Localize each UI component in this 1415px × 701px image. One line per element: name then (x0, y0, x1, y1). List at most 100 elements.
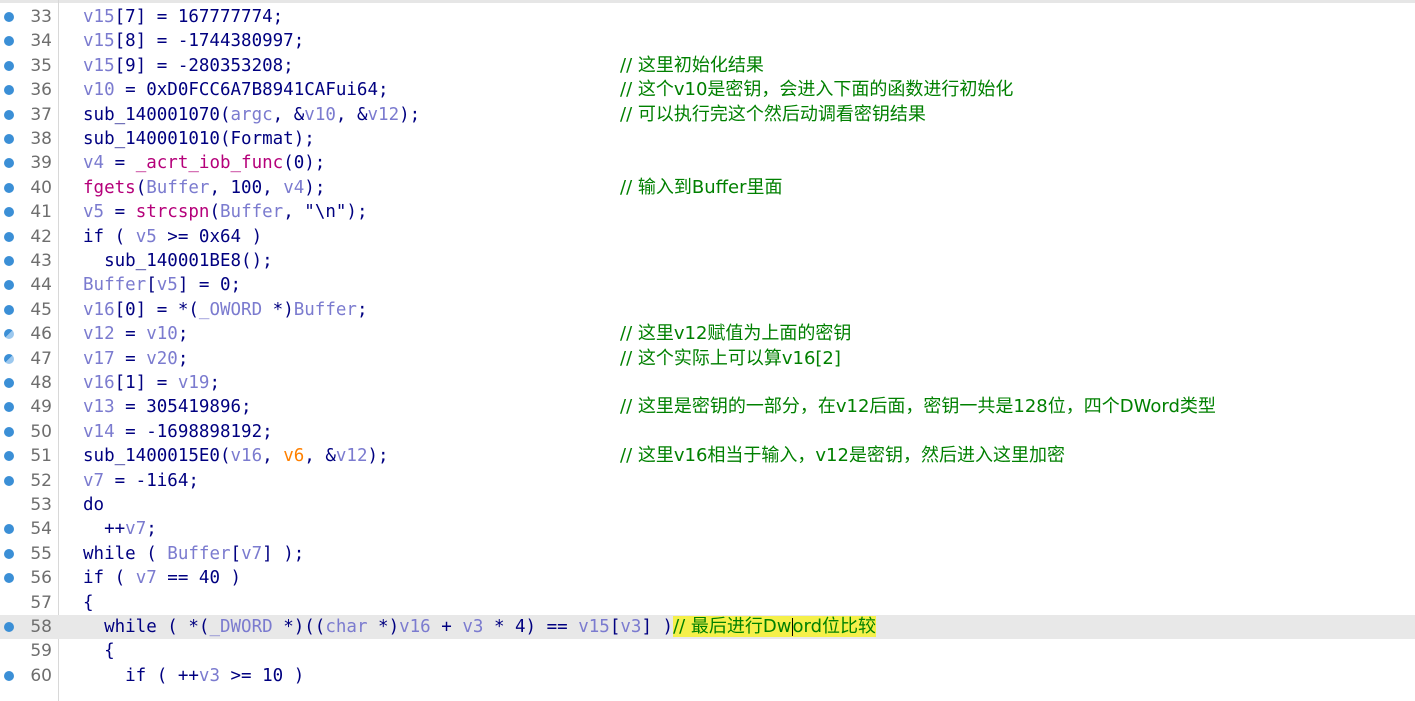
breakpoint-dot-icon[interactable] (4, 426, 14, 437)
code-text[interactable]: ++v7; (83, 517, 157, 541)
code-text[interactable]: v5 = strcspn(Buffer, "\n"); (83, 200, 368, 224)
pseudocode-editor[interactable]: 33 v15[7] = 167777774; 34 v15[8] = -1744380… (0, 0, 1415, 701)
code-line[interactable]: 49 v13 = 305419896; // 这里是密钥的一部分，在v12后面，密钥… (0, 395, 1415, 419)
comment-text-post: ord位比较 (792, 616, 877, 637)
code-token: v5 (135, 226, 157, 247)
code-line[interactable]: 51 sub_1400015E0(v16, v6, &v12); // 这里v16相… (0, 444, 1415, 468)
code-line[interactable]: 39 v4 = _acrt_iob_func(0); (0, 151, 1415, 175)
code-text[interactable]: fgets(Buffer, 100, v4); (83, 176, 325, 200)
breakpoint-dot-icon[interactable] (4, 256, 14, 266)
breakpoint-dot-icon[interactable] (4, 670, 14, 681)
breakpoint-dot-icon[interactable] (4, 109, 14, 120)
code-token: [1] = (114, 373, 178, 393)
code-line[interactable]: 60 if ( ++v3 >= 10 ) (0, 664, 1415, 688)
code-text[interactable]: v16[0] = *(_OWORD *)Buffer; (83, 298, 368, 322)
code-token: v16 (83, 373, 115, 393)
code-text[interactable]: sub_140001070(argc, &v10, &v12); (83, 103, 420, 127)
code-line[interactable]: 58 while ( *(_DWORD *)((char *)v16 + v3 … (0, 615, 1415, 640)
code-text[interactable]: v15[8] = -1744380997; (83, 29, 304, 53)
code-line[interactable]: 48 v16[1] = v19; (0, 371, 1415, 395)
code-text[interactable]: v15[9] = -280353208; (83, 54, 294, 78)
code-text[interactable]: v10 = 0xD0FCC6A7B8941CAFui64; (83, 78, 389, 102)
breakpoint-dot-icon[interactable] (4, 475, 14, 486)
code-line[interactable]: 56 if ( v7 == 40 ) (0, 566, 1415, 590)
code-line[interactable]: 34 v15[8] = -1744380997; (0, 29, 1415, 53)
code-line[interactable]: 45 v16[0] = *(_OWORD *)Buffer; (0, 298, 1415, 322)
code-comment: // 这里v12赋值为上面的密钥 (620, 323, 852, 345)
code-line[interactable]: 53 do (0, 493, 1415, 517)
code-line[interactable]: 44 Buffer[v5] = 0; (0, 273, 1415, 297)
line-number: 33 (30, 7, 52, 27)
code-line[interactable]: 36 v10 = 0xD0FCC6A7B8941CAFui64; // 这个v10是… (0, 78, 1415, 102)
breakpoint-dot-icon[interactable] (4, 158, 14, 169)
breakpoint-dot-icon[interactable] (4, 402, 14, 413)
breakpoint-dot-icon[interactable] (4, 12, 14, 22)
line-number: 55 (30, 543, 52, 564)
code-text[interactable]: while ( *(_DWORD *)((char *)v16 + v3 * 4… (83, 615, 877, 639)
code-text[interactable]: v7 = -1i64; (83, 469, 199, 493)
code-token: *)(( (272, 617, 326, 637)
code-text[interactable]: v13 = 305419896; (83, 395, 252, 419)
code-line[interactable]: 57 { (0, 591, 1415, 615)
code-text[interactable]: v16[1] = v19; (83, 371, 220, 395)
code-token: v5 (83, 202, 105, 223)
code-text[interactable]: Buffer[v5] = 0; (83, 273, 241, 297)
code-token: ( (209, 202, 220, 223)
breakpoint-dot-icon[interactable] (4, 231, 14, 242)
code-line[interactable]: 47 v17 = v20; // 这个实际上可以算v16[2] (0, 347, 1415, 371)
breakpoint-dot-icon[interactable] (4, 60, 14, 71)
code-text[interactable]: v12 = v10; (83, 322, 188, 346)
code-token: Buffer (220, 202, 284, 223)
code-line[interactable]: 59 { (0, 639, 1415, 663)
code-text[interactable]: while ( Buffer[v7] ); (83, 542, 304, 566)
code-line[interactable]: 33 v15[7] = 167777774; (0, 5, 1415, 29)
code-text[interactable]: sub_140001010(Format); (83, 127, 315, 151)
code-line[interactable]: 41 v5 = strcspn(Buffer, "\n"); (0, 200, 1415, 224)
code-line[interactable]: 35 v15[9] = -280353208; // 这里初始化结果 (0, 54, 1415, 78)
breakpoint-dot-icon[interactable] (4, 207, 14, 218)
code-line[interactable]: 55 while ( Buffer[v7] ); (0, 542, 1415, 566)
code-text[interactable]: sub_140001BE8(); (83, 249, 273, 273)
breakpoint-dot-icon[interactable] (4, 378, 14, 388)
code-text[interactable]: { (83, 591, 94, 615)
breakpoint-dot-icon[interactable] (4, 573, 14, 584)
breakpoint-dot-icon[interactable] (4, 353, 14, 364)
breakpoint-dot-icon[interactable] (4, 622, 14, 632)
code-text[interactable]: if ( v7 == 40 ) (83, 566, 241, 590)
code-line[interactable]: 40 fgets(Buffer, 100, v4); // 输入到Buffer里面 (0, 176, 1415, 200)
code-token: { (83, 641, 115, 662)
code-token: v12 (335, 446, 368, 467)
breakpoint-dot-icon[interactable] (4, 85, 14, 96)
code-text[interactable]: if ( v5 >= 0x64 ) (83, 225, 262, 249)
code-line[interactable]: 38 sub_140001010(Format); (0, 127, 1415, 151)
code-text[interactable]: sub_1400015E0(v16, v6, &v12); (83, 444, 389, 468)
code-text[interactable]: v4 = _acrt_iob_func(0); (83, 151, 325, 175)
breakpoint-dot-icon[interactable] (4, 280, 14, 291)
code-text[interactable]: if ( ++v3 >= 10 ) (83, 664, 304, 688)
breakpoint-dot-icon[interactable] (4, 182, 14, 193)
code-line[interactable]: 54 ++v7; (0, 517, 1415, 541)
breakpoint-dot-icon[interactable] (4, 524, 14, 535)
breakpoint-dot-icon[interactable] (4, 548, 14, 559)
breakpoint-dot-icon[interactable] (4, 329, 14, 340)
code-token: [0] = *( (114, 299, 199, 320)
code-text[interactable]: v15[7] = 167777774; (83, 5, 283, 29)
code-line[interactable]: 37 sub_140001070(argc, &v10, &v12);// 可以执… (0, 103, 1415, 127)
code-text[interactable]: do (83, 493, 104, 517)
line-number: 57 (30, 592, 52, 613)
code-line[interactable]: 43 sub_140001BE8(); (0, 249, 1415, 273)
code-token: sub_140001010(Format); (83, 129, 315, 149)
breakpoint-dot-icon[interactable] (4, 304, 14, 315)
code-text[interactable]: v17 = v20; (83, 347, 188, 371)
code-text[interactable]: { (83, 639, 115, 663)
code-line[interactable]: 46 v12 = v10; // 这里v12赋值为上面的密钥 (0, 322, 1415, 346)
code-token: = -1698898192; (114, 421, 273, 442)
code-line[interactable]: 52 v7 = -1i64; (0, 469, 1415, 493)
code-line[interactable]: 50 v14 = -1698898192; (0, 420, 1415, 444)
breakpoint-dot-icon[interactable] (4, 36, 14, 47)
code-line[interactable]: 42 if ( v5 >= 0x64 ) (0, 225, 1415, 249)
code-token: ( (135, 177, 147, 198)
breakpoint-dot-icon[interactable] (4, 451, 14, 462)
breakpoint-dot-icon[interactable] (4, 134, 14, 144)
code-text[interactable]: v14 = -1698898192; (83, 420, 273, 444)
